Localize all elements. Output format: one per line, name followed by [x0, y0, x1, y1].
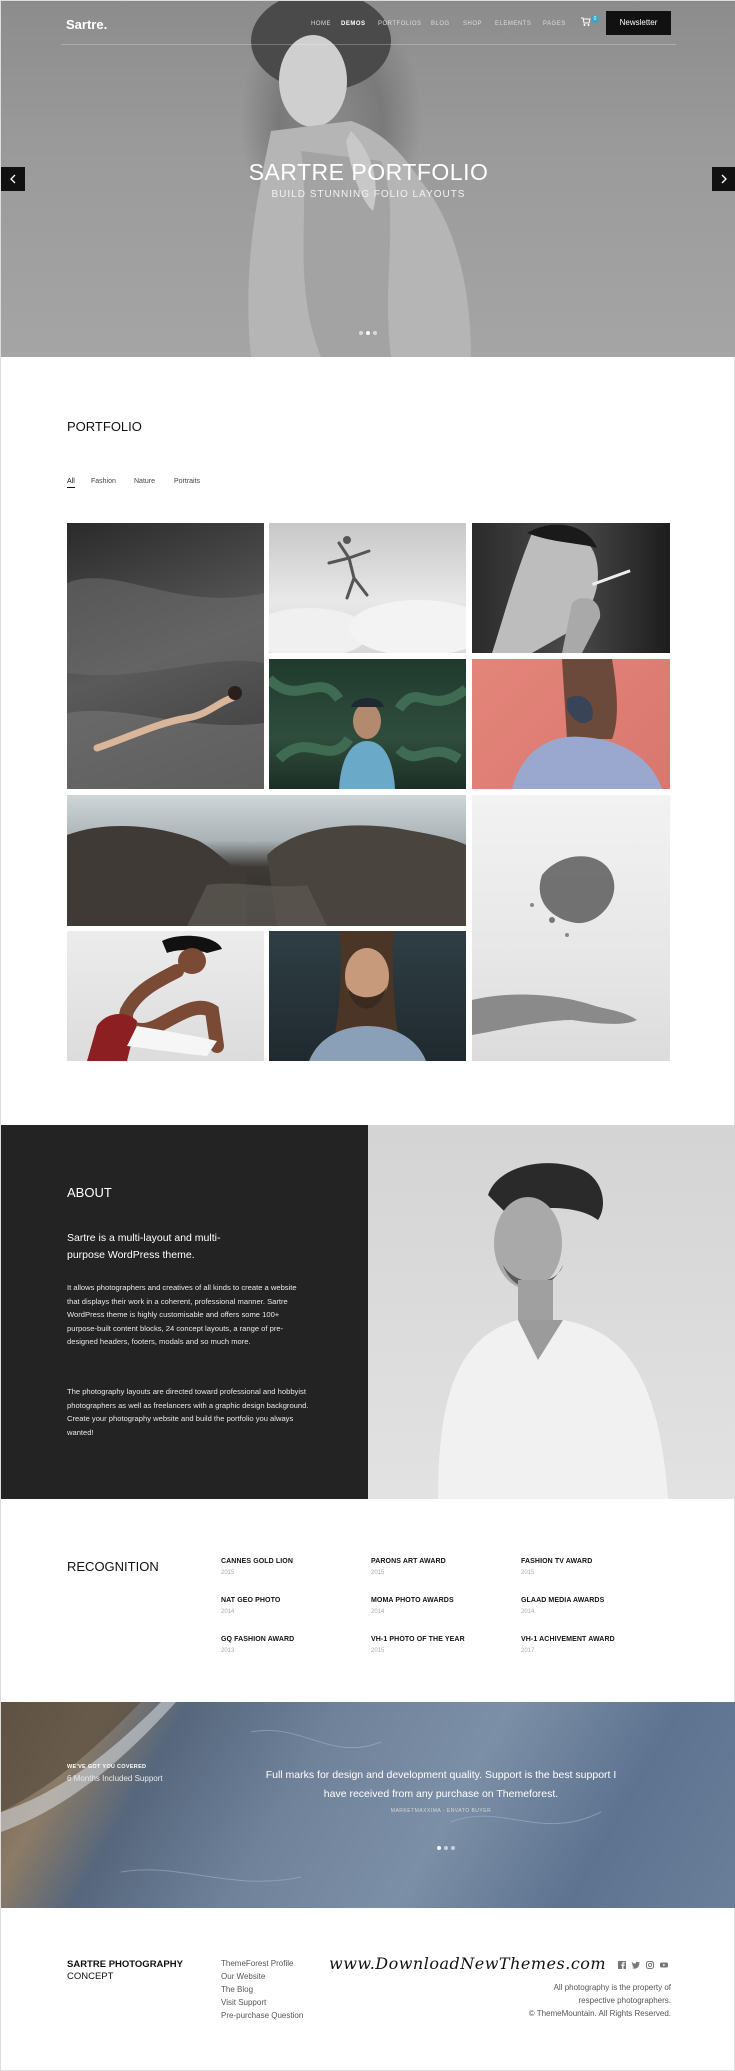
youtube-icon[interactable] [660, 1961, 668, 1969]
award-year: 2014 [521, 1609, 535, 1615]
footer-copy-line-3: © ThemeMountain. All Rights Reserved. [528, 2009, 671, 2018]
award-year: 2015 [371, 1648, 385, 1654]
portfolio-title: PORTFOLIO [67, 419, 142, 434]
footer-link-support[interactable]: Visit Support [221, 1998, 266, 2007]
testimonial-support-text: 6 Months Included Support [67, 1774, 163, 1783]
award-name: CANNES GOLD LION [221, 1558, 293, 1565]
nav-link-home[interactable]: HOME [311, 21, 331, 27]
filter-portraits[interactable]: Portraits [174, 478, 200, 485]
award-name: GQ FASHION AWARD [221, 1636, 295, 1643]
portfolio-item[interactable] [472, 659, 670, 789]
about-paragraph-1: It allows photographers and creatives of… [67, 1283, 297, 1346]
slider-next-button[interactable] [712, 167, 735, 191]
hero-title: SARTRE PORTFOLIO [248, 159, 489, 185]
slider-dot-active[interactable] [366, 331, 370, 335]
about-lead: Sartre is a multi-layout and multi-purpo… [67, 1232, 221, 1261]
aerial-landscape-image [1, 1702, 602, 1882]
cart-count-badge: 0 [591, 15, 599, 23]
nav-link-blog[interactable]: BLOG [431, 21, 450, 27]
award-year: 2017 [521, 1648, 535, 1654]
nav-link-portfolios[interactable]: PORTFOLIOS [378, 21, 422, 27]
filter-fashion[interactable]: Fashion [91, 478, 116, 485]
about-paragraph-2: The photography layouts are directed tow… [67, 1387, 309, 1437]
award-item: CANNES GOLD LION 2015 [221, 1558, 293, 1576]
testimonial-author: MARKETMAXXIMA - ENVATO BUYER [390, 1808, 492, 1814]
about-text-panel: ABOUT Sartre is a multi-layout and multi… [1, 1125, 368, 1499]
nav-link-shop[interactable]: SHOP [463, 21, 482, 27]
chevron-left-icon [10, 174, 16, 184]
testimonial-quote: Full marks for design and development qu… [265, 1769, 617, 1800]
award-item: GQ FASHION AWARD 2013 [221, 1636, 294, 1654]
footer-brand-line-2: CONCEPT [67, 1971, 114, 1982]
portfolio-item[interactable] [67, 795, 466, 926]
testimonial-kicker: WE'VE GOT YOU COVERED [67, 1764, 147, 1770]
award-item: GLAAD MEDIA AWARDS 2014 [521, 1597, 604, 1615]
award-year: 2015 [521, 1570, 535, 1576]
footer-link-blog[interactable]: The Blog [221, 1985, 253, 1994]
nav-link-pages[interactable]: PAGES [543, 21, 566, 27]
portfolio-item[interactable] [67, 931, 264, 1061]
portfolio-item[interactable] [269, 931, 466, 1061]
instagram-icon[interactable] [646, 1961, 654, 1969]
footer-link-prepurchase[interactable]: Pre-purchase Question [221, 2011, 303, 2020]
recognition-title: RECOGNITION [67, 1559, 159, 1574]
slider-prev-button[interactable] [1, 167, 25, 191]
award-name: VH-1 PHOTO OF THE YEAR [371, 1636, 465, 1643]
award-year: 2014 [221, 1609, 235, 1615]
testimonial-slider: WE'VE GOT YOU COVERED 6 Months Included … [1, 1702, 735, 1908]
award-year: 2014 [371, 1609, 385, 1615]
award-name: FASHION TV AWARD [521, 1558, 593, 1565]
award-item: VH-1 ACHIVEMENT AWARD 2017 [521, 1636, 615, 1654]
slider-dot[interactable] [373, 331, 377, 335]
award-item: VH-1 PHOTO OF THE YEAR 2015 [371, 1636, 465, 1654]
chevron-right-icon [721, 174, 727, 184]
award-name: PARONS ART AWARD [371, 1558, 446, 1565]
twitter-icon[interactable] [631, 1961, 640, 1969]
slider-dot[interactable] [359, 331, 363, 335]
testimonial-dot-active[interactable] [437, 1846, 441, 1850]
site-logo[interactable]: Sartre. [66, 17, 107, 32]
newsletter-button[interactable]: Newsletter [606, 11, 671, 35]
award-name: VH-1 ACHIVEMENT AWARD [521, 1636, 615, 1643]
about-portrait-image [368, 1125, 735, 1499]
footer-link-themeforest[interactable]: ThemeForest Profile [221, 1959, 293, 1968]
portfolio-item[interactable] [269, 523, 466, 653]
filter-all[interactable]: All [67, 478, 75, 488]
portfolio-item[interactable] [269, 659, 466, 789]
hero-subtitle: BUILD STUNNING FOLIO LAYOUTS [271, 189, 466, 200]
award-year: 2015 [371, 1570, 385, 1576]
award-item: MOMA PHOTO AWARDS 2014 [371, 1597, 454, 1615]
nav-link-demos[interactable]: DEMOS [341, 21, 366, 27]
filter-nature[interactable]: Nature [134, 478, 155, 485]
footer-brand-line-1: SARTRE PHOTOGRAPHY [67, 1959, 183, 1970]
watermark-text: www.DownloadNewThemes.com [329, 1954, 607, 1973]
award-item: NAT GEO PHOTO 2014 [221, 1597, 280, 1615]
about-section: ABOUT Sartre is a multi-layout and multi… [1, 1125, 735, 1499]
footer-link-website[interactable]: Our Website [221, 1972, 265, 1981]
hero-slider: Sartre. HOME DEMOS PORTFOLIOS BLOG SHOP … [1, 1, 735, 357]
footer-copy-line-1: All photography is the property of [553, 1983, 671, 1992]
top-navigation: Sartre. HOME DEMOS PORTFOLIOS BLOG SHOP … [61, 11, 676, 45]
footer-copy-line-2: respective photographers. [578, 1996, 672, 2005]
award-year: 2013 [221, 1648, 235, 1654]
award-item: PARONS ART AWARD 2015 [371, 1558, 446, 1576]
award-item: FASHION TV AWARD 2015 [521, 1558, 592, 1576]
testimonial-dot[interactable] [451, 1846, 455, 1850]
footer-brand: SARTRE PHOTOGRAPHY CONCEPT [67, 1959, 183, 1983]
facebook-icon[interactable] [618, 1961, 626, 1969]
award-year: 2015 [221, 1570, 235, 1576]
testimonial-dot[interactable] [444, 1846, 448, 1850]
award-name: MOMA PHOTO AWARDS [371, 1597, 454, 1604]
portfolio-item[interactable] [472, 523, 670, 653]
portfolio-item[interactable] [472, 795, 670, 1061]
portfolio-item[interactable] [67, 523, 264, 789]
award-name: NAT GEO PHOTO [221, 1597, 281, 1604]
about-title: ABOUT [67, 1185, 112, 1200]
nav-link-elements[interactable]: ELEMENTS [495, 21, 531, 27]
award-name: GLAAD MEDIA AWARDS [521, 1597, 605, 1604]
